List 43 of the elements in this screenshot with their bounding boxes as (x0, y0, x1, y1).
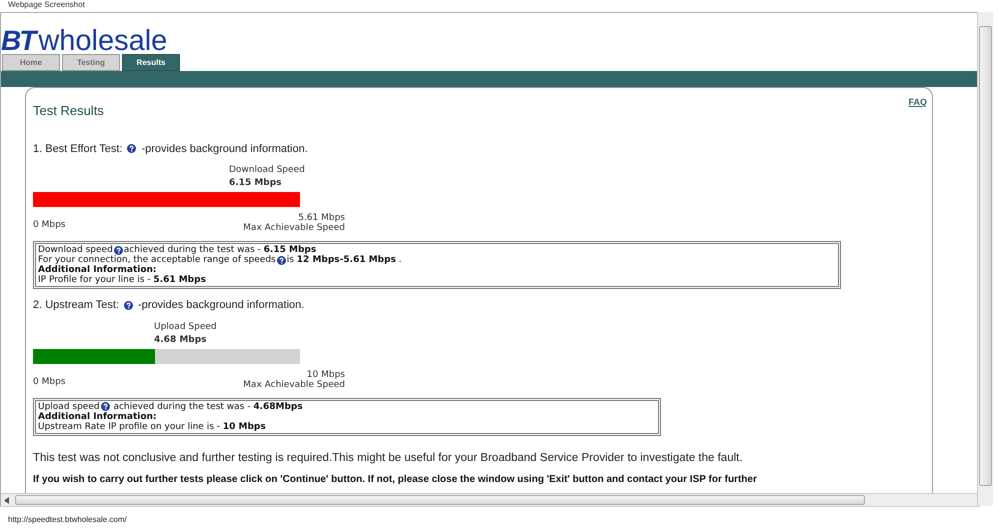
meter-max: 5.61 Mbps (298, 213, 345, 223)
info-text: Upstream Rate IP profile on your line is - 10 Mbps (38, 422, 266, 432)
panel-title: Test Results (33, 102, 104, 120)
meter-value: 4.68 Mbps (154, 334, 208, 346)
info-text: Download speed (38, 245, 113, 255)
meter-max: 10 Mbps (306, 370, 345, 380)
meter-label: Upload Speed (154, 322, 218, 332)
help-icon[interactable] (127, 144, 136, 154)
horizontal-scrollbar[interactable] (1, 493, 977, 506)
help-icon[interactable] (114, 246, 123, 254)
test-note: -provides background information. (138, 298, 304, 313)
window-caption: Webpage Screenshot (8, 0, 85, 9)
meter-min: 0 Mbps (33, 220, 66, 230)
info-text: is 12 Mbps-5.61 Mbps . (286, 255, 402, 265)
info-text: Upload speed (38, 402, 100, 412)
meter-min: 0 Mbps (33, 376, 66, 386)
help-icon[interactable] (124, 300, 133, 310)
info-text: IP Profile for your line is - 5.61 Mbps (38, 275, 206, 285)
status-url: http://speedtest.btwholesale.com/ (8, 515, 127, 524)
test-note: -provides background information. (141, 142, 308, 156)
meter-value: 6.15 Mbps (229, 178, 283, 189)
logo: BT (1, 29, 34, 53)
nav-tab[interactable]: Testing (62, 54, 120, 71)
test-heading: 1. Best Effort Test: (33, 142, 122, 156)
nav-tab[interactable]: Results (122, 54, 180, 71)
test-heading: 2. Upstream Test: (33, 298, 119, 313)
vertical-scrollbar[interactable] (977, 12, 993, 506)
help-icon[interactable] (276, 256, 286, 264)
info-heading: Additional Information: (38, 412, 157, 422)
help-icon[interactable] (100, 402, 110, 411)
scroll-left-icon[interactable] (4, 496, 10, 504)
instruction-text: If you wish to carry out further tests please click on 'Continue' button. If not, please close the window using 'Exit' button and contact your ISP for further (33, 472, 758, 487)
faq-link[interactable]: FAQ (908, 96, 927, 110)
meter-label: Download Speed (229, 165, 306, 176)
logo-text: wholesale (38, 29, 168, 53)
meter-max-caption: Max Achievable Speed (243, 380, 345, 390)
info-text: achieved during the test was - 6.15 Mbps (124, 245, 316, 255)
info-heading: Additional Information: (38, 265, 157, 275)
nav-tab[interactable]: Home (2, 54, 60, 71)
conclusion-text: This test was not conclusive and further testing is required.This might be useful for your Broadband Service Provider to investigate the fault. (33, 450, 744, 466)
info-text: For your connection, the acceptable range of speeds (38, 255, 276, 265)
info-text: achieved during the test was - 4.68Mbps (112, 402, 303, 412)
meter-max-caption: Max Achievable Speed (243, 223, 345, 233)
